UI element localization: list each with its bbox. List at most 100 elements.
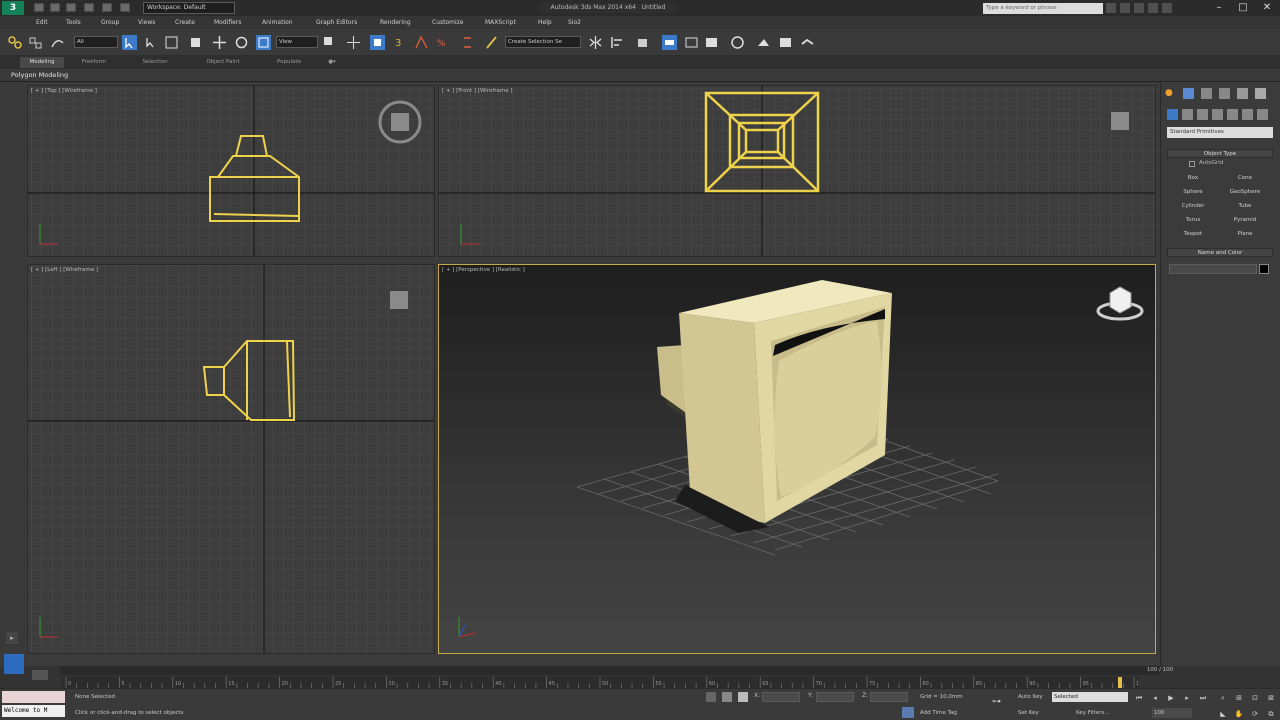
field-of-view-icon[interactable]: ◣	[1218, 709, 1228, 719]
open-file-icon[interactable]	[50, 3, 60, 12]
material-editor-icon[interactable]	[730, 35, 745, 50]
maxscript-output[interactable]: Welcome to M	[2, 705, 65, 717]
project-folder-icon[interactable]	[120, 3, 130, 12]
close-button[interactable]: ✕	[1256, 1, 1278, 14]
autogrid-checkbox[interactable]	[1189, 161, 1195, 167]
workspace-dropdown[interactable]: Workspace: Default	[143, 2, 235, 14]
maximize-viewport-icon[interactable]: ⧉	[1266, 709, 1276, 719]
communication-center-icon[interactable]	[1134, 3, 1144, 13]
zoom-icon[interactable]: ⌕	[1218, 693, 1228, 703]
spinner-snap-icon[interactable]	[460, 35, 475, 50]
shapes-icon[interactable]	[1182, 109, 1193, 120]
pan-view-icon[interactable]: ✋	[1234, 709, 1244, 719]
viewport-left[interactable]: [ + ] [Left ] [Wireframe ]	[27, 264, 435, 654]
help-icon[interactable]	[1162, 3, 1172, 13]
ribbon-options-icon[interactable]: ●▾	[322, 57, 342, 68]
favorites-icon[interactable]	[1148, 3, 1158, 13]
primitive-type-dropdown[interactable]: Standard Primitives	[1167, 127, 1273, 138]
redo-icon[interactable]	[102, 3, 112, 12]
menu-tools[interactable]: Tools	[66, 16, 81, 29]
time-slider-track[interactable]: 100 / 100	[60, 666, 1173, 675]
geosphere-button[interactable]: GeoSphere	[1220, 186, 1270, 198]
polygon-modeling-label[interactable]: Polygon Modeling	[11, 71, 68, 79]
select-and-rotate-icon[interactable]	[234, 35, 249, 50]
object-name-input[interactable]	[1169, 264, 1257, 274]
viewport-perspective-label[interactable]: [ + ] [Perspective ] [Realistic ]	[442, 267, 525, 273]
new-file-icon[interactable]	[34, 3, 44, 12]
key-mode-dropdown[interactable]: Selected	[1052, 692, 1128, 702]
time-tag-icon[interactable]	[902, 707, 914, 718]
viewport-front[interactable]: [ + ] [Front ] [Wireframe ]	[438, 85, 1156, 257]
maxscript-listener[interactable]: Welcome to M	[2, 689, 65, 720]
app-logo-button[interactable]: 3	[2, 1, 24, 15]
object-color-swatch[interactable]	[1259, 264, 1269, 274]
minimize-button[interactable]: –	[1208, 1, 1230, 14]
z-coordinate-field[interactable]	[870, 692, 908, 702]
tab-object-paint[interactable]: Object Paint	[196, 57, 250, 68]
play-icon[interactable]: ▶	[1166, 693, 1176, 703]
torus-button[interactable]: Torus	[1168, 214, 1218, 226]
lights-icon[interactable]	[1197, 109, 1208, 120]
menu-create[interactable]: Create	[175, 16, 195, 29]
mini-curve-editor-icon[interactable]	[32, 670, 48, 680]
systems-icon[interactable]	[1257, 109, 1268, 120]
align-icon[interactable]	[610, 35, 625, 50]
cylinder-button[interactable]: Cylinder	[1168, 200, 1218, 212]
add-time-tag[interactable]: Add Time Tag	[920, 710, 957, 716]
select-object-icon[interactable]	[122, 35, 137, 50]
absolute-mode-icon[interactable]	[738, 692, 748, 702]
curve-editor-icon[interactable]	[684, 35, 699, 50]
set-key-button[interactable]: Set Key	[1018, 710, 1039, 716]
subscription-icon[interactable]	[1120, 3, 1130, 13]
space-warps-icon[interactable]	[1242, 109, 1253, 120]
auto-key-button[interactable]: Auto Key	[1018, 694, 1043, 700]
menu-views[interactable]: Views	[138, 16, 155, 29]
search-icon[interactable]	[1106, 3, 1116, 13]
hierarchy-tab-icon[interactable]	[1201, 88, 1212, 99]
select-and-link-icon[interactable]	[8, 35, 23, 50]
key-icon[interactable]: ⊶	[992, 697, 1010, 709]
zoom-all-icon[interactable]: ⊞	[1234, 693, 1244, 703]
menu-help[interactable]: Help	[538, 16, 552, 29]
cameras-icon[interactable]	[1212, 109, 1223, 120]
maxscript-input[interactable]	[2, 691, 65, 703]
viewport-left-label[interactable]: [ + ] [Left ] [Wireframe ]	[31, 267, 98, 273]
select-by-name-icon[interactable]	[144, 35, 159, 50]
current-frame-field[interactable]: 100	[1152, 708, 1192, 718]
plane-button[interactable]: Plane	[1220, 228, 1270, 240]
modify-tab-icon[interactable]	[1183, 88, 1194, 99]
viewport-layouts-icon[interactable]	[4, 654, 24, 674]
go-to-start-icon[interactable]: ⏮	[1134, 693, 1144, 703]
menu-customize[interactable]: Customize	[432, 16, 464, 29]
helpers-icon[interactable]	[1227, 109, 1238, 120]
maximize-button[interactable]: □	[1232, 1, 1254, 14]
create-tab-icon[interactable]: ●	[1165, 88, 1176, 99]
tv-monitor-3d[interactable]	[657, 280, 892, 533]
layer-manager-icon[interactable]	[636, 35, 651, 50]
sphere-button[interactable]: Sphere	[1168, 186, 1218, 198]
geometry-icon[interactable]	[1167, 109, 1178, 120]
viewcube-front-icon[interactable]	[1111, 112, 1129, 130]
menu-group[interactable]: Group	[101, 16, 119, 29]
name-and-color-rollout[interactable]: Name and Color	[1167, 248, 1273, 257]
snaps-toggle-icon[interactable]: 3	[394, 35, 409, 50]
lock-selection-icon[interactable]	[706, 692, 716, 702]
tube-button[interactable]: Tube	[1220, 200, 1270, 212]
pivot-center-icon[interactable]	[322, 35, 337, 50]
viewport-front-label[interactable]: [ + ] [Front ] [Wireframe ]	[442, 88, 513, 94]
rectangular-selection-icon[interactable]	[164, 35, 179, 50]
viewport-perspective[interactable]: [ + ] [Perspective ] [Realistic ]	[438, 264, 1156, 654]
y-coordinate-field[interactable]	[816, 692, 854, 702]
reference-coordinate-dropdown[interactable]: View	[276, 36, 318, 48]
tab-modeling[interactable]: Modeling	[20, 57, 64, 68]
window-crossing-icon[interactable]	[188, 35, 203, 50]
viewport-layout-toggle[interactable]: ▸	[6, 632, 18, 644]
schematic-view-icon[interactable]	[704, 35, 719, 50]
percent-snap-icon[interactable]: %	[436, 35, 451, 50]
menu-graph-editors[interactable]: Graph Editors	[316, 16, 357, 29]
render-setup-icon[interactable]	[756, 35, 771, 50]
mirror-icon[interactable]	[588, 35, 603, 50]
viewport-top[interactable]: [ + ] [Top ] [Wireframe ]	[27, 85, 435, 257]
next-frame-icon[interactable]: ▸	[1182, 693, 1192, 703]
menu-rendering[interactable]: Rendering	[380, 16, 411, 29]
